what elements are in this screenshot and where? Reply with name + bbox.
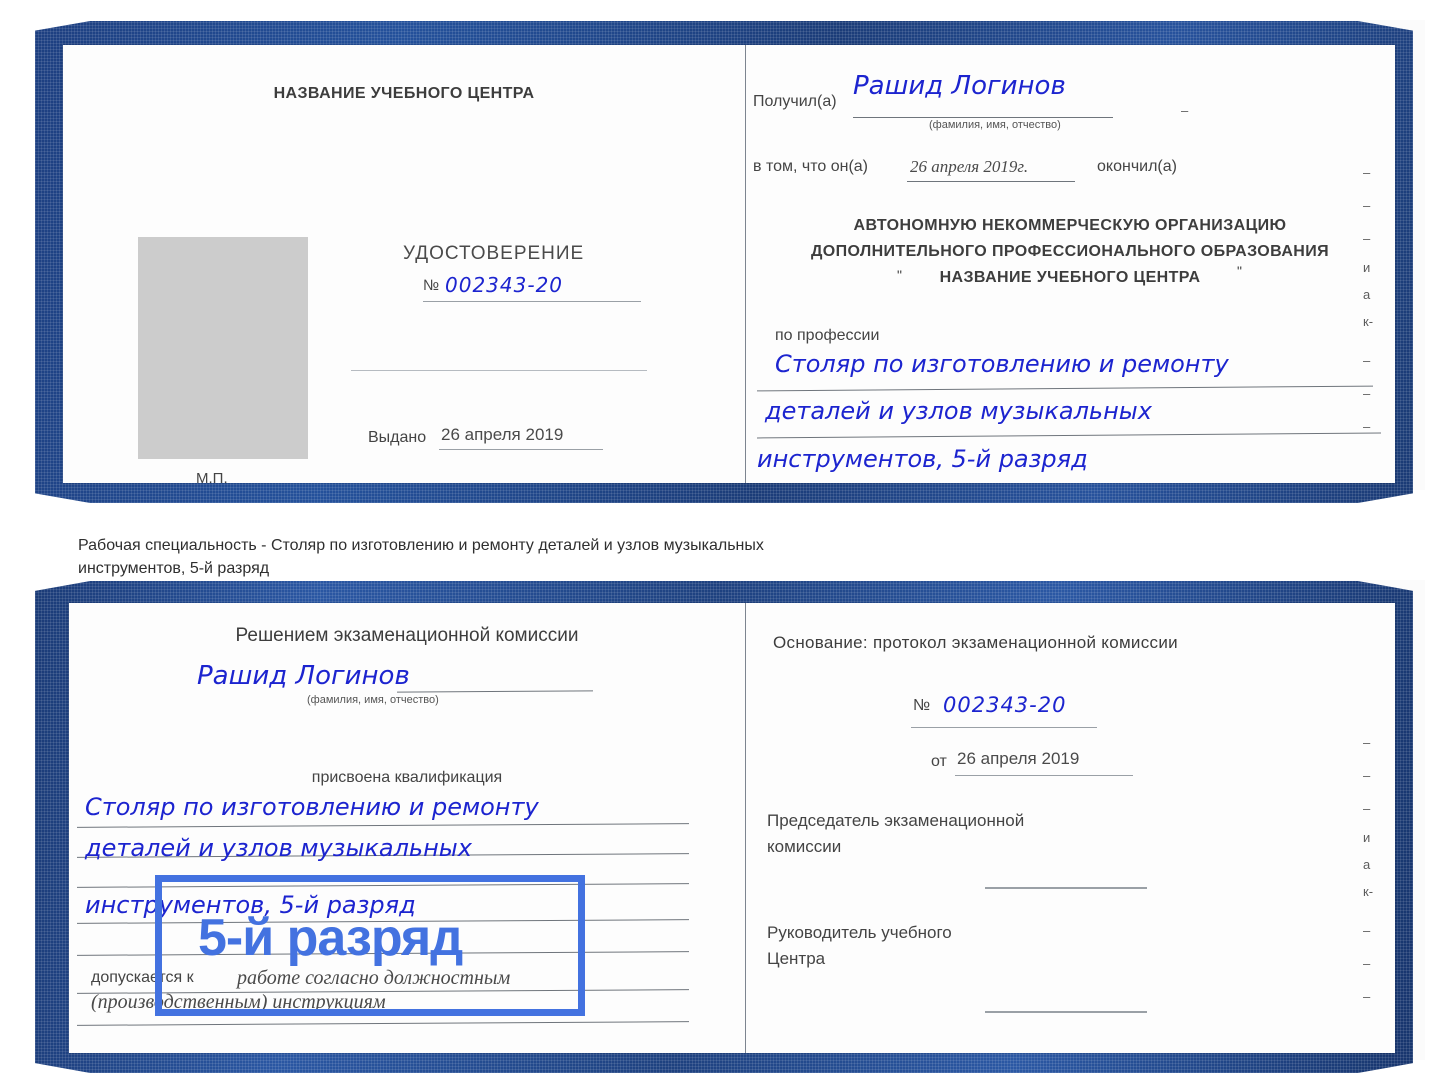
udostoverenie-title: УДОСТОВЕРЕНИЕ xyxy=(403,243,585,264)
photo-placeholder xyxy=(138,237,308,459)
received-label: Получил(а) xyxy=(753,93,837,110)
blank-rule xyxy=(351,370,647,371)
edge-mark: – xyxy=(1363,923,1371,938)
number-label: № xyxy=(423,277,440,294)
profession-rule-2 xyxy=(757,432,1381,439)
edge-mark: – xyxy=(1363,165,1371,180)
chairman-sign-rule xyxy=(985,887,1147,889)
bottom-right-page: Основание: протокол экзаменационной коми… xyxy=(745,603,1395,1053)
qual-rule-1 xyxy=(77,823,689,828)
highlight-label: 5-й разряд xyxy=(198,909,463,967)
edge-mark: – xyxy=(1363,989,1371,1004)
caption-line-1: Рабочая специальность - Столяр по изгото… xyxy=(78,537,764,554)
org-quote-open: " xyxy=(897,267,903,283)
edge-mark: и xyxy=(1363,260,1371,275)
top-left-page: НАЗВАНИЕ УЧЕБНОГО ЦЕНТРА УДОСТОВЕРЕНИЕ №… xyxy=(63,45,745,483)
edge-mark: – xyxy=(1363,768,1371,783)
qualification-line-1: Столяр по изготовлению и ремонту xyxy=(85,793,539,821)
name-rule xyxy=(396,690,594,693)
in-that-value: 26 апреля 2019г. xyxy=(910,157,1029,176)
top-right-page: Получил(а) Рашид Логинов (фамилия, имя, … xyxy=(745,45,1395,483)
protocol-number-label: № xyxy=(913,697,931,714)
dash-mark: – xyxy=(1181,103,1189,118)
edge-mark: а xyxy=(1363,857,1371,872)
issued-value: 26 апреля 2019 xyxy=(441,425,564,444)
head-sign-rule xyxy=(985,1011,1147,1013)
number-value: 002343-20 xyxy=(445,273,564,297)
org-line-3: НАЗВАНИЕ УЧЕБНОГО ЦЕНТРА xyxy=(939,269,1201,286)
top-edge-marks: – – – и а к- – – – xyxy=(1355,165,1395,434)
edge-mark: – xyxy=(1363,353,1371,368)
fio-hint-bottom: (фамилия, имя, отчество) xyxy=(307,694,439,706)
profession-label: по профессии xyxy=(775,327,880,344)
profession-line-3: инструментов, 5-й разряд xyxy=(757,445,1088,473)
training-center-header: НАЗВАНИЕ УЧЕБНОГО ЦЕНТРА xyxy=(273,85,535,102)
qualification-line-2: деталей и узлов музыкальных xyxy=(85,834,472,862)
top-certificate: НАЗВАНИЕ УЧЕБНОГО ЦЕНТРА УДОСТОВЕРЕНИЕ №… xyxy=(35,15,1435,505)
chairman-line-2: комиссии xyxy=(767,837,842,856)
edge-mark: – xyxy=(1363,231,1371,246)
org-quote-close: " xyxy=(1237,263,1243,279)
number-rule xyxy=(423,301,641,302)
chairman-line-1: Председатель экзаменационной xyxy=(767,811,1025,830)
protocol-date-label: от xyxy=(931,753,947,770)
head-line-2: Центра xyxy=(767,949,826,968)
fio-hint: (фамилия, имя, отчество) xyxy=(929,119,1061,131)
stamp-label: М.П. xyxy=(196,470,228,483)
in-that-label: в том, что он(а) xyxy=(753,158,868,175)
issued-label: Выдано xyxy=(368,429,427,446)
edge-mark: – xyxy=(1363,198,1371,213)
protocol-number-rule xyxy=(911,727,1097,728)
top-pages: НАЗВАНИЕ УЧЕБНОГО ЦЕНТРА УДОСТОВЕРЕНИЕ №… xyxy=(63,45,1395,483)
basis-label: Основание: протокол экзаменационной коми… xyxy=(773,633,1178,652)
edge-mark: к- xyxy=(1363,884,1374,899)
org-line-2: ДОПОЛНИТЕЛЬНОГО ПРОФЕССИОНАЛЬНОГО ОБРАЗО… xyxy=(810,243,1330,260)
edge-mark: и xyxy=(1363,830,1371,845)
profession-line-2: деталей и узлов музыкальных xyxy=(765,397,1152,425)
edge-mark: – xyxy=(1363,735,1371,750)
profession-line-1: Столяр по изготовлению и ремонту xyxy=(775,350,1229,378)
head-line-1: Руководитель учебного xyxy=(767,923,952,942)
finished-label: окончил(а) xyxy=(1097,158,1177,175)
protocol-date-rule xyxy=(955,775,1133,776)
edge-mark: – xyxy=(1363,386,1371,401)
admitted-rule-2 xyxy=(77,1021,689,1026)
protocol-date-value: 26 апреля 2019 xyxy=(957,749,1080,768)
edge-mark: – xyxy=(1363,801,1371,816)
edge-mark: а xyxy=(1363,287,1371,302)
commission-decision-header: Решением экзаменационной комиссии xyxy=(235,625,579,646)
qualification-label: присвоена квалификация xyxy=(311,769,503,786)
protocol-number-value: 002343-20 xyxy=(943,693,1067,717)
profession-rule-1 xyxy=(757,385,1373,392)
edge-mark: – xyxy=(1363,956,1371,971)
edge-mark: – xyxy=(1363,419,1371,434)
edge-mark: к- xyxy=(1363,314,1374,329)
caption-block: Рабочая специальность - Столяр по изгото… xyxy=(78,534,1098,580)
issued-rule xyxy=(439,449,603,450)
received-rule xyxy=(853,117,1113,118)
holder-name: Рашид Логинов xyxy=(197,661,410,691)
in-that-rule xyxy=(907,181,1075,182)
received-value: Рашид Логинов xyxy=(853,71,1066,101)
bottom-edge-marks: – – – и а к- – – – xyxy=(1355,735,1395,1004)
org-line-1: АВТОНОМНУЮ НЕКОММЕРЧЕСКУЮ ОРГАНИЗАЦИЮ xyxy=(853,217,1287,234)
